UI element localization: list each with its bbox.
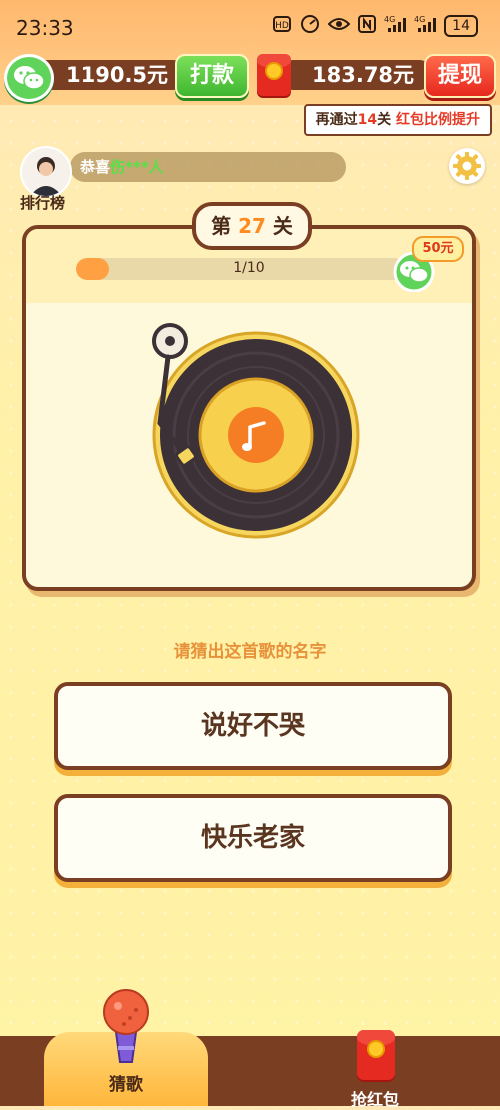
answer-option-1[interactable]: 说好不哭 (54, 682, 452, 770)
answer-option-2[interactable]: 快乐老家 (54, 794, 452, 882)
svg-text:4G: 4G (414, 15, 425, 24)
tab-guess-label[interactable]: 猜歌 (44, 1070, 208, 1095)
status-icons: HD 4G 4G 14 (272, 14, 478, 38)
avatar[interactable] (20, 146, 72, 198)
progress-text: 1/10 (233, 260, 265, 276)
tip-prefix: 再通过 (315, 112, 358, 128)
nfc-icon (358, 14, 377, 38)
battery-indicator: 14 (444, 15, 478, 37)
red-envelope-icon (257, 54, 291, 96)
eye-icon (327, 14, 351, 38)
microphone-icon (103, 989, 149, 1063)
svg-text:4G: 4G (384, 15, 395, 24)
tab-redpack-label[interactable]: 抢红包 (330, 1086, 420, 1110)
red-envelope-icon[interactable] (357, 1030, 395, 1080)
leaderboard-label[interactable]: 排行榜 (20, 192, 65, 213)
wechat-icon (4, 54, 54, 102)
signal-4g-icon: 4G (384, 14, 407, 38)
hd-icon: HD (272, 14, 292, 38)
question-text: 请猜出这首歌的名字 (173, 642, 327, 662)
tip-suffix: 红包比例提升 (396, 112, 480, 128)
reward-badge: 50元 (412, 236, 464, 262)
settings-gear-icon[interactable] (449, 148, 485, 184)
svg-text:HD: HD (275, 21, 289, 31)
speed-icon (300, 14, 320, 38)
level-number: 27 (238, 214, 266, 238)
signal-4g-icon: 4G (414, 14, 437, 38)
payout-button[interactable]: 打款 (175, 54, 249, 98)
level-suffix: 关 (272, 214, 293, 238)
balance-amount: 1190.5元 (66, 63, 169, 87)
level-indicator: 第 27 关 (192, 202, 312, 250)
tip-count: 14 (357, 112, 378, 128)
vinyl-record-icon (152, 323, 360, 539)
status-time: 23:33 (16, 16, 74, 40)
withdraw-button[interactable]: 提现 (424, 54, 496, 98)
winner-name: 伤***人 (110, 158, 164, 176)
redpack-amount: 183.78元 (312, 63, 415, 87)
congrats-label: 恭喜 (80, 158, 111, 176)
level-bonus-tip: 再通过14关 红包比例提升 (303, 104, 492, 136)
ranking-ticker-text: 恭喜伤***人 (80, 156, 164, 177)
tip-middle: 关 (377, 112, 392, 128)
level-prefix: 第 (211, 214, 232, 238)
